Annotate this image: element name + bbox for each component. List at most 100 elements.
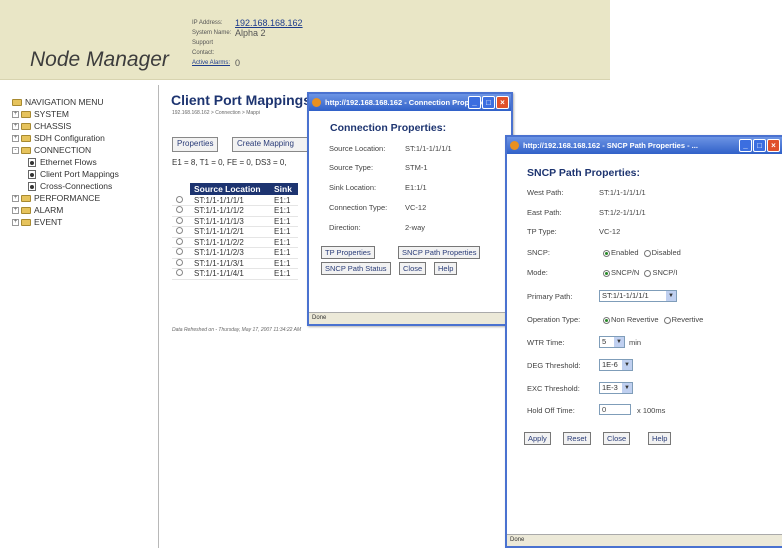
nav-item-performance[interactable]: + PERFORMANCE bbox=[12, 192, 157, 204]
browser-icon bbox=[510, 141, 519, 150]
alarms-link[interactable]: Active Alarms: bbox=[192, 58, 232, 68]
support-label: Support Contact: bbox=[192, 40, 215, 56]
tp-type-value: VC-12 bbox=[599, 227, 621, 236]
expand-icon[interactable]: + bbox=[12, 110, 19, 118]
mode-sncp-i-radio[interactable] bbox=[644, 269, 652, 277]
properties-button[interactable]: Properties bbox=[172, 137, 219, 152]
row-radio[interactable] bbox=[176, 269, 183, 277]
nav-item-connection[interactable]: - CONNECTION bbox=[12, 144, 157, 156]
connection-properties-heading: Connection Properties: bbox=[330, 122, 447, 134]
column-header-sink: Sink bbox=[270, 183, 298, 195]
table-row[interactable]: ST:1/1-1/1/1/3 E1:1 bbox=[172, 216, 298, 227]
page-title: Client Port Mappings bbox=[171, 92, 311, 108]
table-row[interactable]: ST:1/1-1/1/2/2 E1:1 bbox=[172, 237, 298, 248]
primary-path-select[interactable]: ST:1/1-1/1/1/1 ▼ bbox=[599, 290, 677, 302]
folder-icon bbox=[21, 194, 31, 202]
expand-icon[interactable]: + bbox=[12, 218, 19, 226]
operation-type-label: Operation Type: bbox=[527, 315, 581, 324]
folder-icon bbox=[21, 110, 31, 118]
dropdown-arrow-icon[interactable]: ▼ bbox=[614, 337, 624, 347]
wtr-time-select[interactable]: 5 ▼ bbox=[599, 336, 625, 348]
row-radio[interactable] bbox=[176, 227, 183, 235]
wtr-time-label: WTR Time: bbox=[527, 338, 565, 347]
create-mapping-button[interactable]: Create Mapping bbox=[232, 137, 310, 152]
revertive-radio[interactable] bbox=[663, 316, 671, 324]
dropdown-arrow-icon[interactable]: ▼ bbox=[622, 383, 632, 393]
port-count-summary: E1 = 8, T1 = 0, FE = 0, DS3 = 0, bbox=[172, 158, 287, 167]
operation-type-radio-group: Non Revertive Revertive bbox=[603, 315, 703, 324]
data-refreshed-note: Data Refreshed on - Thursday, May 17, 20… bbox=[172, 327, 302, 333]
expand-icon[interactable]: + bbox=[12, 134, 19, 142]
nav-item-event[interactable]: + EVENT bbox=[12, 216, 157, 228]
reset-button[interactable]: Reset bbox=[563, 432, 591, 445]
nav-item-alarm[interactable]: + ALARM bbox=[12, 204, 157, 216]
expand-icon[interactable]: + bbox=[12, 206, 19, 214]
folder-open-icon bbox=[21, 146, 31, 154]
nav-item-client-port-mappings[interactable]: Client Port Mappings bbox=[12, 168, 157, 180]
non-revertive-radio[interactable] bbox=[603, 316, 610, 324]
apply-button[interactable]: Apply bbox=[524, 432, 551, 445]
nav-item-ethernet-flows[interactable]: Ethernet Flows bbox=[12, 156, 157, 168]
row-radio[interactable] bbox=[176, 258, 183, 266]
tp-type-label: TP Type: bbox=[527, 227, 557, 236]
tp-properties-button[interactable]: TP Properties bbox=[321, 246, 375, 259]
dropdown-arrow-icon[interactable]: ▼ bbox=[622, 360, 632, 370]
prop-value: STM-1 bbox=[405, 163, 428, 172]
dropdown-arrow-icon[interactable]: ▼ bbox=[666, 291, 676, 301]
nav-item-system[interactable]: + SYSTEM bbox=[12, 108, 157, 120]
deg-threshold-label: DEG Threshold: bbox=[527, 361, 581, 370]
hold-off-time-input[interactable]: 0 bbox=[599, 404, 631, 415]
close-window-button[interactable]: × bbox=[496, 96, 509, 109]
alarms-value: 0 bbox=[235, 58, 241, 68]
table-row[interactable]: ST:1/1-1/1/3/1 E1:1 bbox=[172, 258, 298, 269]
table-row[interactable]: ST:1/1-1/1/1/1 E1:1 bbox=[172, 195, 298, 206]
row-radio[interactable] bbox=[176, 195, 183, 203]
ip-link[interactable]: 192.168.168.162 bbox=[235, 18, 303, 28]
table-row[interactable]: ST:1/1-1/1/2/1 E1:1 bbox=[172, 226, 298, 238]
row-radio[interactable] bbox=[176, 206, 183, 214]
sncp-path-properties-heading: SNCP Path Properties: bbox=[527, 167, 641, 179]
sncp-path-properties-button[interactable]: SNCP Path Properties bbox=[398, 246, 481, 259]
mode-sncp-n-radio[interactable] bbox=[603, 269, 610, 277]
expand-icon[interactable]: + bbox=[12, 194, 19, 202]
page-icon bbox=[28, 181, 36, 191]
status-bar: Done bbox=[507, 534, 782, 546]
exc-threshold-select[interactable]: 1E-3 ▼ bbox=[599, 382, 633, 394]
prop-label: Connection Type: bbox=[329, 203, 388, 212]
page-icon bbox=[28, 169, 36, 179]
minimize-button[interactable]: _ bbox=[739, 139, 752, 152]
header: Node Manager IP Address: 192.168.168.162 … bbox=[0, 0, 782, 80]
window-titlebar[interactable]: http://192.168.168.162 - Connection Prop… bbox=[309, 94, 511, 111]
system-name-label: System Name: bbox=[192, 30, 232, 36]
table-row[interactable]: ST:1/1-1/1/4/1 E1:1 bbox=[172, 268, 298, 280]
row-radio[interactable] bbox=[176, 216, 183, 224]
row-radio[interactable] bbox=[176, 248, 183, 256]
app-title: Node Manager bbox=[30, 48, 169, 71]
deg-threshold-select[interactable]: 1E-6 ▼ bbox=[599, 359, 633, 371]
nav-item-sdh[interactable]: + SDH Configuration bbox=[12, 132, 157, 144]
maximize-button[interactable]: □ bbox=[753, 139, 766, 152]
nav-item-chassis[interactable]: + CHASSIS bbox=[12, 120, 157, 132]
table-row[interactable]: ST:1/1-1/1/2/3 E1:1 bbox=[172, 247, 298, 259]
folder-icon bbox=[21, 134, 31, 142]
nav-divider bbox=[158, 85, 159, 548]
minimize-button[interactable]: _ bbox=[468, 96, 481, 109]
close-window-button[interactable]: × bbox=[767, 139, 780, 152]
browser-icon bbox=[312, 98, 321, 107]
sncp-enabled-radio[interactable] bbox=[603, 249, 610, 257]
expand-icon[interactable]: + bbox=[12, 122, 19, 130]
table-row[interactable]: ST:1/1-1/1/1/2 E1:1 bbox=[172, 205, 298, 217]
close-button[interactable]: Close bbox=[603, 432, 631, 445]
window-titlebar[interactable]: http://192.168.168.162 - SNCP Path Prope… bbox=[507, 137, 782, 154]
collapse-icon[interactable]: - bbox=[12, 146, 19, 154]
window-body: SNCP Path Properties: West Path: ST:1/1-… bbox=[507, 154, 782, 534]
close-button[interactable]: Close bbox=[399, 262, 427, 275]
maximize-button[interactable]: □ bbox=[482, 96, 495, 109]
help-button[interactable]: Help bbox=[648, 432, 672, 445]
row-radio[interactable] bbox=[176, 237, 183, 245]
help-button[interactable]: Help bbox=[434, 262, 458, 275]
page-icon bbox=[28, 157, 36, 167]
sncp-path-status-button[interactable]: SNCP Path Status bbox=[321, 262, 391, 275]
nav-item-cross-connections[interactable]: Cross-Connections bbox=[12, 180, 157, 192]
sncp-disabled-radio[interactable] bbox=[643, 249, 651, 257]
